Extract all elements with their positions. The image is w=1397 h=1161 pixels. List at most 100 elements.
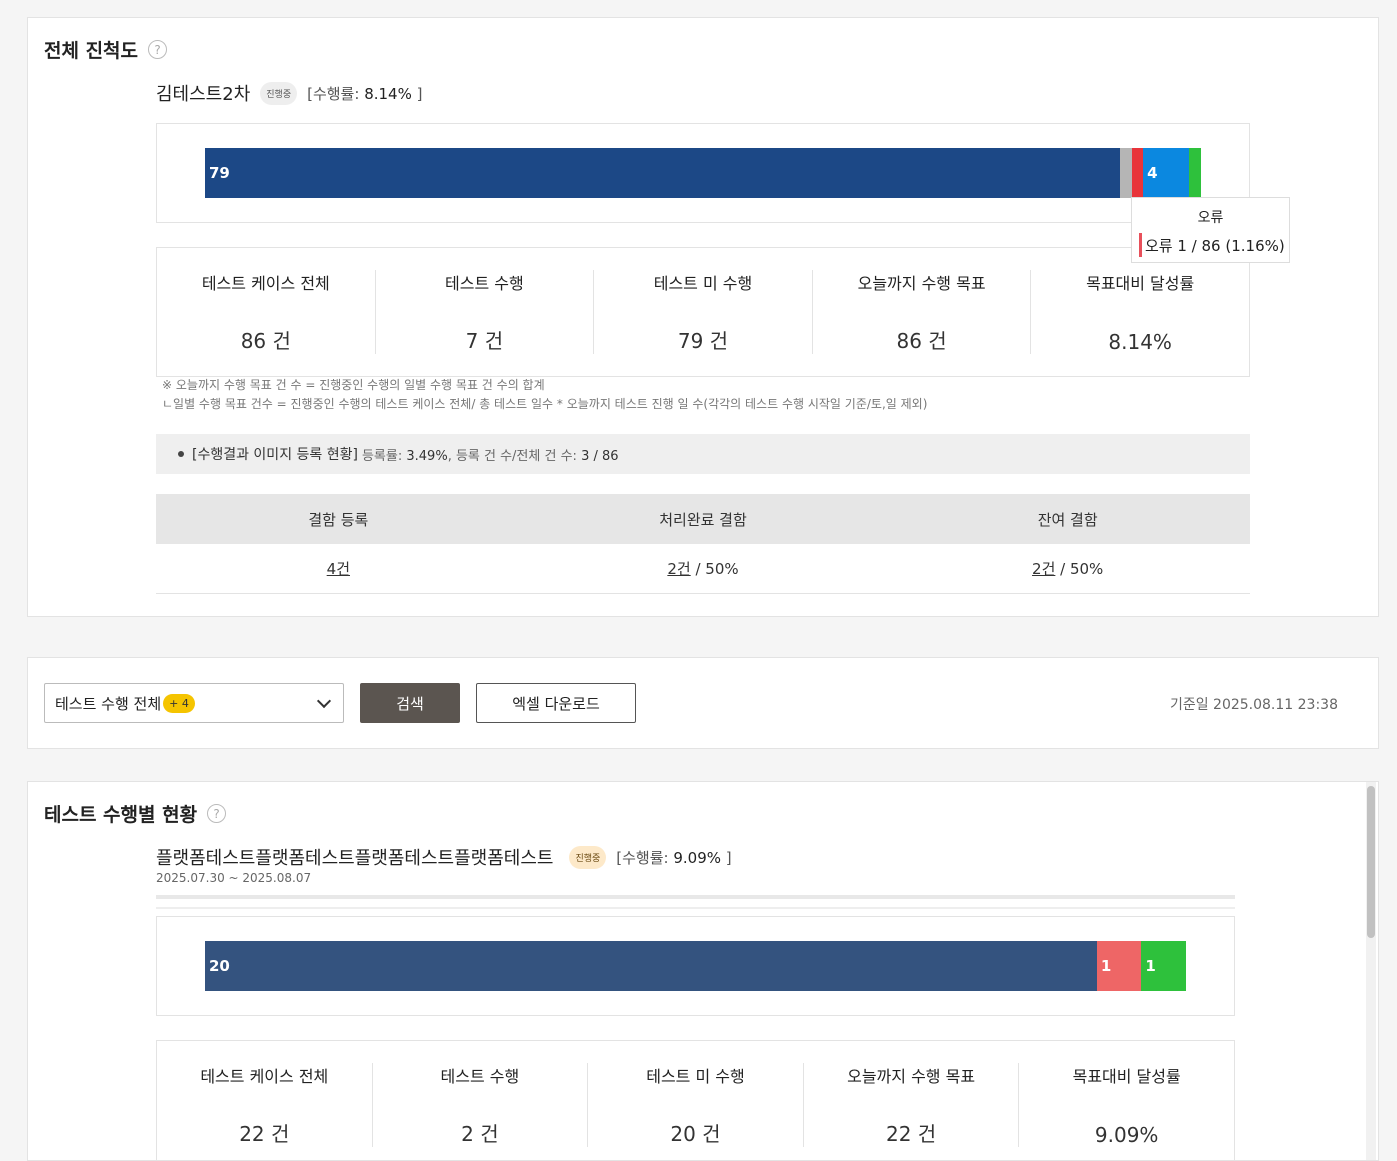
per-run-title: 테스트 수행별 현황 ? (44, 800, 227, 827)
overall-bar-segment[interactable] (1189, 148, 1201, 198)
run-stat-label: 목표대비 달성률 (1072, 1067, 1181, 1086)
run-stat-item: 테스트 미 수행 20 건 (588, 1063, 804, 1147)
progress-rate: [수행률: 8.14% ] (307, 83, 422, 104)
run-bar-segment-label: 1 (1145, 957, 1156, 975)
run-divider (156, 895, 1235, 909)
run-stat-label: 테스트 미 수행 (646, 1067, 745, 1086)
cell-defect-resolved: 2건 / 50% (521, 544, 886, 593)
defect-remaining-link[interactable]: 2건 (1032, 558, 1055, 579)
run-status-badge: 진행중 (569, 845, 607, 869)
tooltip-text: 오류 1 / 86 (1.16%) (1145, 236, 1285, 255)
run-stat-item: 테스트 수행 2 건 (373, 1063, 589, 1147)
header-defect-resolved: 처리완료 결함 (659, 510, 747, 529)
run-select-count-badge: + 4 (163, 693, 195, 713)
overall-stat-label: 테스트 수행 (445, 274, 524, 293)
help-icon[interactable]: ? (148, 40, 168, 59)
per-run-title-text: 테스트 수행별 현황 (44, 804, 198, 826)
defect-resolved-link[interactable]: 2건 (667, 558, 690, 579)
bullet-icon (178, 451, 184, 457)
header-defect-remaining: 잔여 결함 (1037, 510, 1098, 529)
overall-bar-segment[interactable] (1131, 148, 1144, 198)
run-stat-value: 9.09% (1094, 1123, 1159, 1147)
overall-stat-label: 테스트 미 수행 (653, 274, 753, 293)
run-stats: 테스트 케이스 전체 22 건 테스트 수행 2 건 테스트 미 수행 20 건 오늘까지 … (156, 1040, 1235, 1160)
run-rate-suffix: ] (721, 848, 732, 867)
project-name: 김테스트2차 (156, 84, 251, 105)
run-stat-value: 20 건 (670, 1122, 721, 1146)
overall-project-row: 김테스트2차 진행중 [수행률: 8.14% ] (156, 80, 422, 106)
run-bar-segment-label: 20 (209, 957, 230, 975)
run-bar-segment[interactable]: 20 (205, 941, 1097, 991)
defect-remaining-pct: / 50% (1055, 559, 1104, 578)
overall-stat-value: 7 건 (465, 329, 504, 353)
overall-stat-label: 테스트 케이스 전체 (201, 274, 330, 293)
overall-stat-value: 86 건 (896, 329, 947, 353)
run-stacked-bar-box: 20 1 1 (156, 916, 1235, 1016)
basis-date: 기준일 2025.08.11 23:38 (1169, 697, 1338, 713)
defect-resolved-pct: / 50% (690, 559, 739, 578)
image-status-label: [수행결과 이미지 등록 현황] (192, 447, 358, 463)
image-count-prefix: , 등록 건 수/전체 건 수: (447, 448, 582, 464)
run-stacked-bar: 20 1 1 (205, 941, 1186, 991)
tooltip-title: 오류 (1197, 210, 1224, 226)
overall-stat-item: 목표대비 달성률 8.14% (1031, 270, 1249, 354)
image-registration-status: [수행결과 이미지 등록 현황] 등록률: 3.49%, 등록 건 수/전체 건… (156, 434, 1250, 474)
defect-table-row: 4건 2건 / 50% 2건 / 50% (156, 544, 1250, 594)
overall-stat-item: 테스트 케이스 전체 86 건 (157, 270, 376, 354)
defect-table-header: 결함 등록 처리완료 결함 잔여 결함 (156, 494, 1250, 544)
run-bar-segment-label: 1 (1100, 957, 1112, 975)
run-rate-value: 9.09% (673, 848, 722, 867)
run-rate-prefix: [수행률: (616, 848, 674, 867)
tooltip-swatch (1139, 233, 1142, 257)
image-rate-prefix: 등록률: (361, 448, 407, 464)
overall-bar-segment[interactable]: 79 (205, 148, 1120, 198)
rate-suffix: ] (411, 84, 423, 103)
run-stat-item: 목표대비 달성률 9.09% (1019, 1063, 1234, 1147)
overall-bar-segment[interactable] (1119, 148, 1132, 198)
tooltip-line: 오류 1 / 86 (1.16%) (1139, 233, 1289, 257)
note-target-sum: ※ 오늘까지 수행 목표 건 수 = 진행중인 수행의 일별 수행 목표 건 수… (162, 378, 545, 392)
overall-bar-segment-label: 4 (1147, 164, 1158, 182)
scrollbar[interactable] (1366, 782, 1376, 1160)
overall-stat-item: 테스트 미 수행 79 건 (594, 270, 813, 354)
overall-progress-title-text: 전체 진척도 (44, 40, 139, 62)
overall-stat-item: 오늘까지 수행 목표 86 건 (813, 270, 1032, 354)
scrollbar-thumb[interactable] (1367, 786, 1375, 938)
status-badge: 진행중 (260, 81, 298, 105)
help-icon[interactable]: ? (207, 804, 227, 823)
note-daily-target: ㄴ일별 수행 목표 건수 = 진행중인 수행의 테스트 케이스 전체/ 총 테스… (162, 397, 928, 411)
run-stat-label: 테스트 케이스 전체 (200, 1067, 329, 1086)
run-stat-value: 2 건 (461, 1122, 499, 1146)
rate-prefix: [수행률: (307, 84, 365, 103)
run-project-name: 플랫폼테스트플랫폼테스트플랫폼테스트플랫폼테스트 (156, 848, 554, 869)
overall-stat-value: 8.14% (1108, 330, 1172, 354)
run-bar-segment[interactable]: 1 (1141, 941, 1186, 991)
run-stat-item: 테스트 케이스 전체 22 건 (157, 1063, 373, 1147)
bar-tooltip: 오류 오류 1 / 86 (1.16%) (1131, 197, 1290, 263)
filter-panel: 테스트 수행 전체 + 4 검색 엑셀 다운로드 기준일 2025.08.11 … (27, 657, 1379, 749)
overall-progress-panel: 전체 진척도 ? 김테스트2차 진행중 [수행률: 8.14% ] 79 4 테스… (27, 17, 1379, 617)
excel-download-button[interactable]: 엑셀 다운로드 (476, 683, 636, 723)
overall-stats: 테스트 케이스 전체 86 건 테스트 수행 7 건 테스트 미 수행 79 건 오늘까지 … (156, 247, 1250, 377)
per-run-panel: 테스트 수행별 현황 ? 플랫폼테스트플랫폼테스트플랫폼테스트플랫폼테스트 진행… (27, 781, 1379, 1161)
image-status-detail: 등록률: 3.49%, 등록 건 수/전체 건 수: 3 / 86 (362, 445, 619, 464)
overall-stat-value: 86 건 (240, 329, 291, 353)
image-rate: 3.49% (406, 448, 448, 464)
overall-stat-label: 목표대비 달성률 (1086, 274, 1195, 293)
defect-registered-link[interactable]: 4건 (327, 558, 350, 579)
header-defect-registered: 결함 등록 (308, 510, 369, 529)
defect-table: 결함 등록 처리완료 결함 잔여 결함 4건 2건 / 50% 2건 / 50% (156, 494, 1250, 594)
run-stat-item: 오늘까지 수행 목표 22 건 (804, 1063, 1020, 1147)
overall-stacked-bar: 79 4 (205, 148, 1201, 198)
overall-progress-title: 전체 진척도 ? (44, 36, 168, 63)
rate-value: 8.14% (364, 84, 412, 103)
run-stat-label: 오늘까지 수행 목표 (847, 1067, 976, 1086)
run-project-row: 플랫폼테스트플랫폼테스트플랫폼테스트플랫폼테스트 진행중 [수행률: 9.09%… (156, 844, 732, 870)
search-button[interactable]: 검색 (360, 683, 460, 723)
run-progress-rate: [수행률: 9.09% ] (616, 847, 731, 868)
run-bar-segment[interactable]: 1 (1096, 941, 1142, 991)
run-select[interactable]: 테스트 수행 전체 + 4 (44, 683, 344, 723)
overall-bar-segment[interactable]: 4 (1143, 148, 1190, 198)
overall-bar-segment-label: 79 (209, 164, 230, 182)
image-count: 3 / 86 (581, 448, 619, 464)
